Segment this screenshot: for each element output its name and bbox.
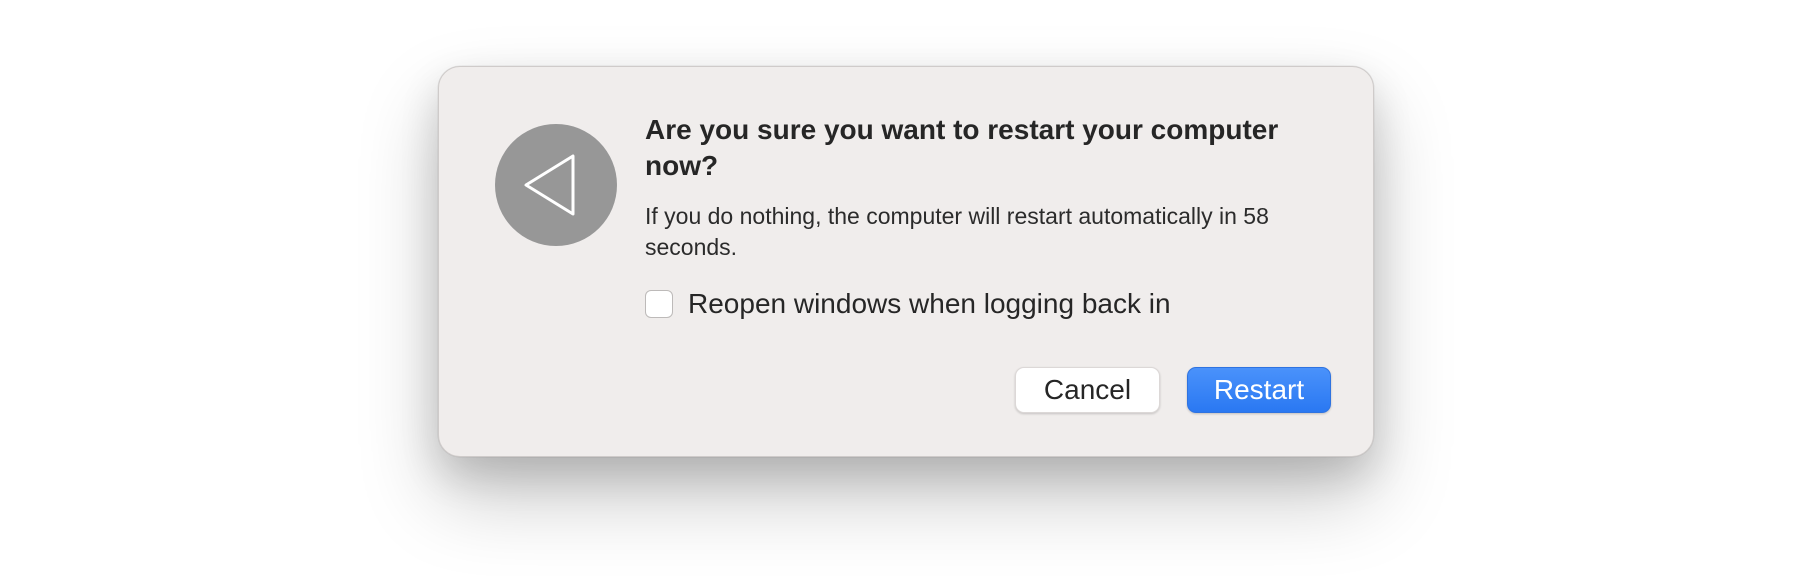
reopen-windows-checkbox[interactable] <box>645 290 673 318</box>
cancel-button[interactable]: Cancel <box>1015 367 1160 413</box>
restart-confirmation-dialog: Are you sure you want to restart your co… <box>438 66 1374 457</box>
restart-button[interactable]: Restart <box>1187 367 1331 413</box>
back-triangle-icon <box>495 124 617 246</box>
reopen-windows-label[interactable]: Reopen windows when logging back in <box>688 287 1171 321</box>
reopen-windows-option[interactable]: Reopen windows when logging back in <box>645 287 1171 321</box>
dialog-title: Are you sure you want to restart your co… <box>645 114 1279 181</box>
desktop-background: Are you sure you want to restart your co… <box>0 0 1800 576</box>
dialog-message: If you do nothing, the computer will res… <box>645 203 1269 260</box>
